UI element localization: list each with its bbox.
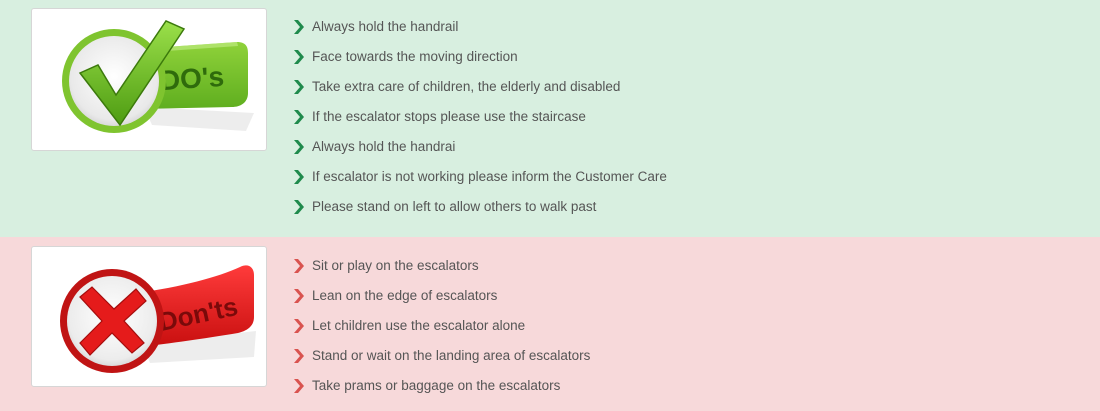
chevron-right-icon (291, 346, 307, 366)
dos-badge-card: DO's (31, 8, 267, 151)
list-item: Take prams or baggage on the escalators (291, 376, 590, 406)
chevron-right-icon (291, 256, 307, 276)
donts-badge-card: Don'ts (31, 246, 267, 387)
chevron-right-icon (291, 137, 307, 157)
list-item: If escalator is not working please infor… (291, 167, 667, 197)
list-item: Let children use the escalator alone (291, 316, 590, 346)
list-item: Always hold the handrai (291, 137, 667, 167)
dos-section: DO's Always hold the handrail Face towar… (0, 0, 1100, 237)
list-item: Always hold the handrail (291, 17, 667, 47)
list-item: Face towards the moving direction (291, 47, 667, 77)
donts-section: Don'ts Sit or play on the escalators Lea… (0, 237, 1100, 411)
list-item: Take extra care of children, the elderly… (291, 77, 667, 107)
list-item: If the escalator stops please use the st… (291, 107, 667, 137)
dos-badge-image: DO's (62, 20, 254, 133)
chevron-right-icon (291, 77, 307, 97)
list-item: Stand or wait on the landing area of esc… (291, 346, 590, 376)
list-item: Lean on the edge of escalators (291, 286, 590, 316)
list-item: Sit or play on the escalators (291, 256, 590, 286)
dos-badge-label: DO's (159, 61, 225, 96)
chevron-right-icon (291, 197, 307, 217)
dos-list: Always hold the handrail Face towards th… (291, 17, 667, 227)
chevron-right-icon (291, 47, 307, 67)
chevron-right-icon (291, 286, 307, 306)
chevron-right-icon (291, 17, 307, 37)
chevron-right-icon (291, 376, 307, 396)
list-item: Please stand on left to allow others to … (291, 197, 667, 227)
donts-list: Sit or play on the escalators Lean on th… (291, 256, 590, 406)
chevron-right-icon (291, 316, 307, 336)
donts-badge-image: Don'ts (60, 265, 256, 373)
chevron-right-icon (291, 107, 307, 127)
chevron-right-icon (291, 167, 307, 187)
